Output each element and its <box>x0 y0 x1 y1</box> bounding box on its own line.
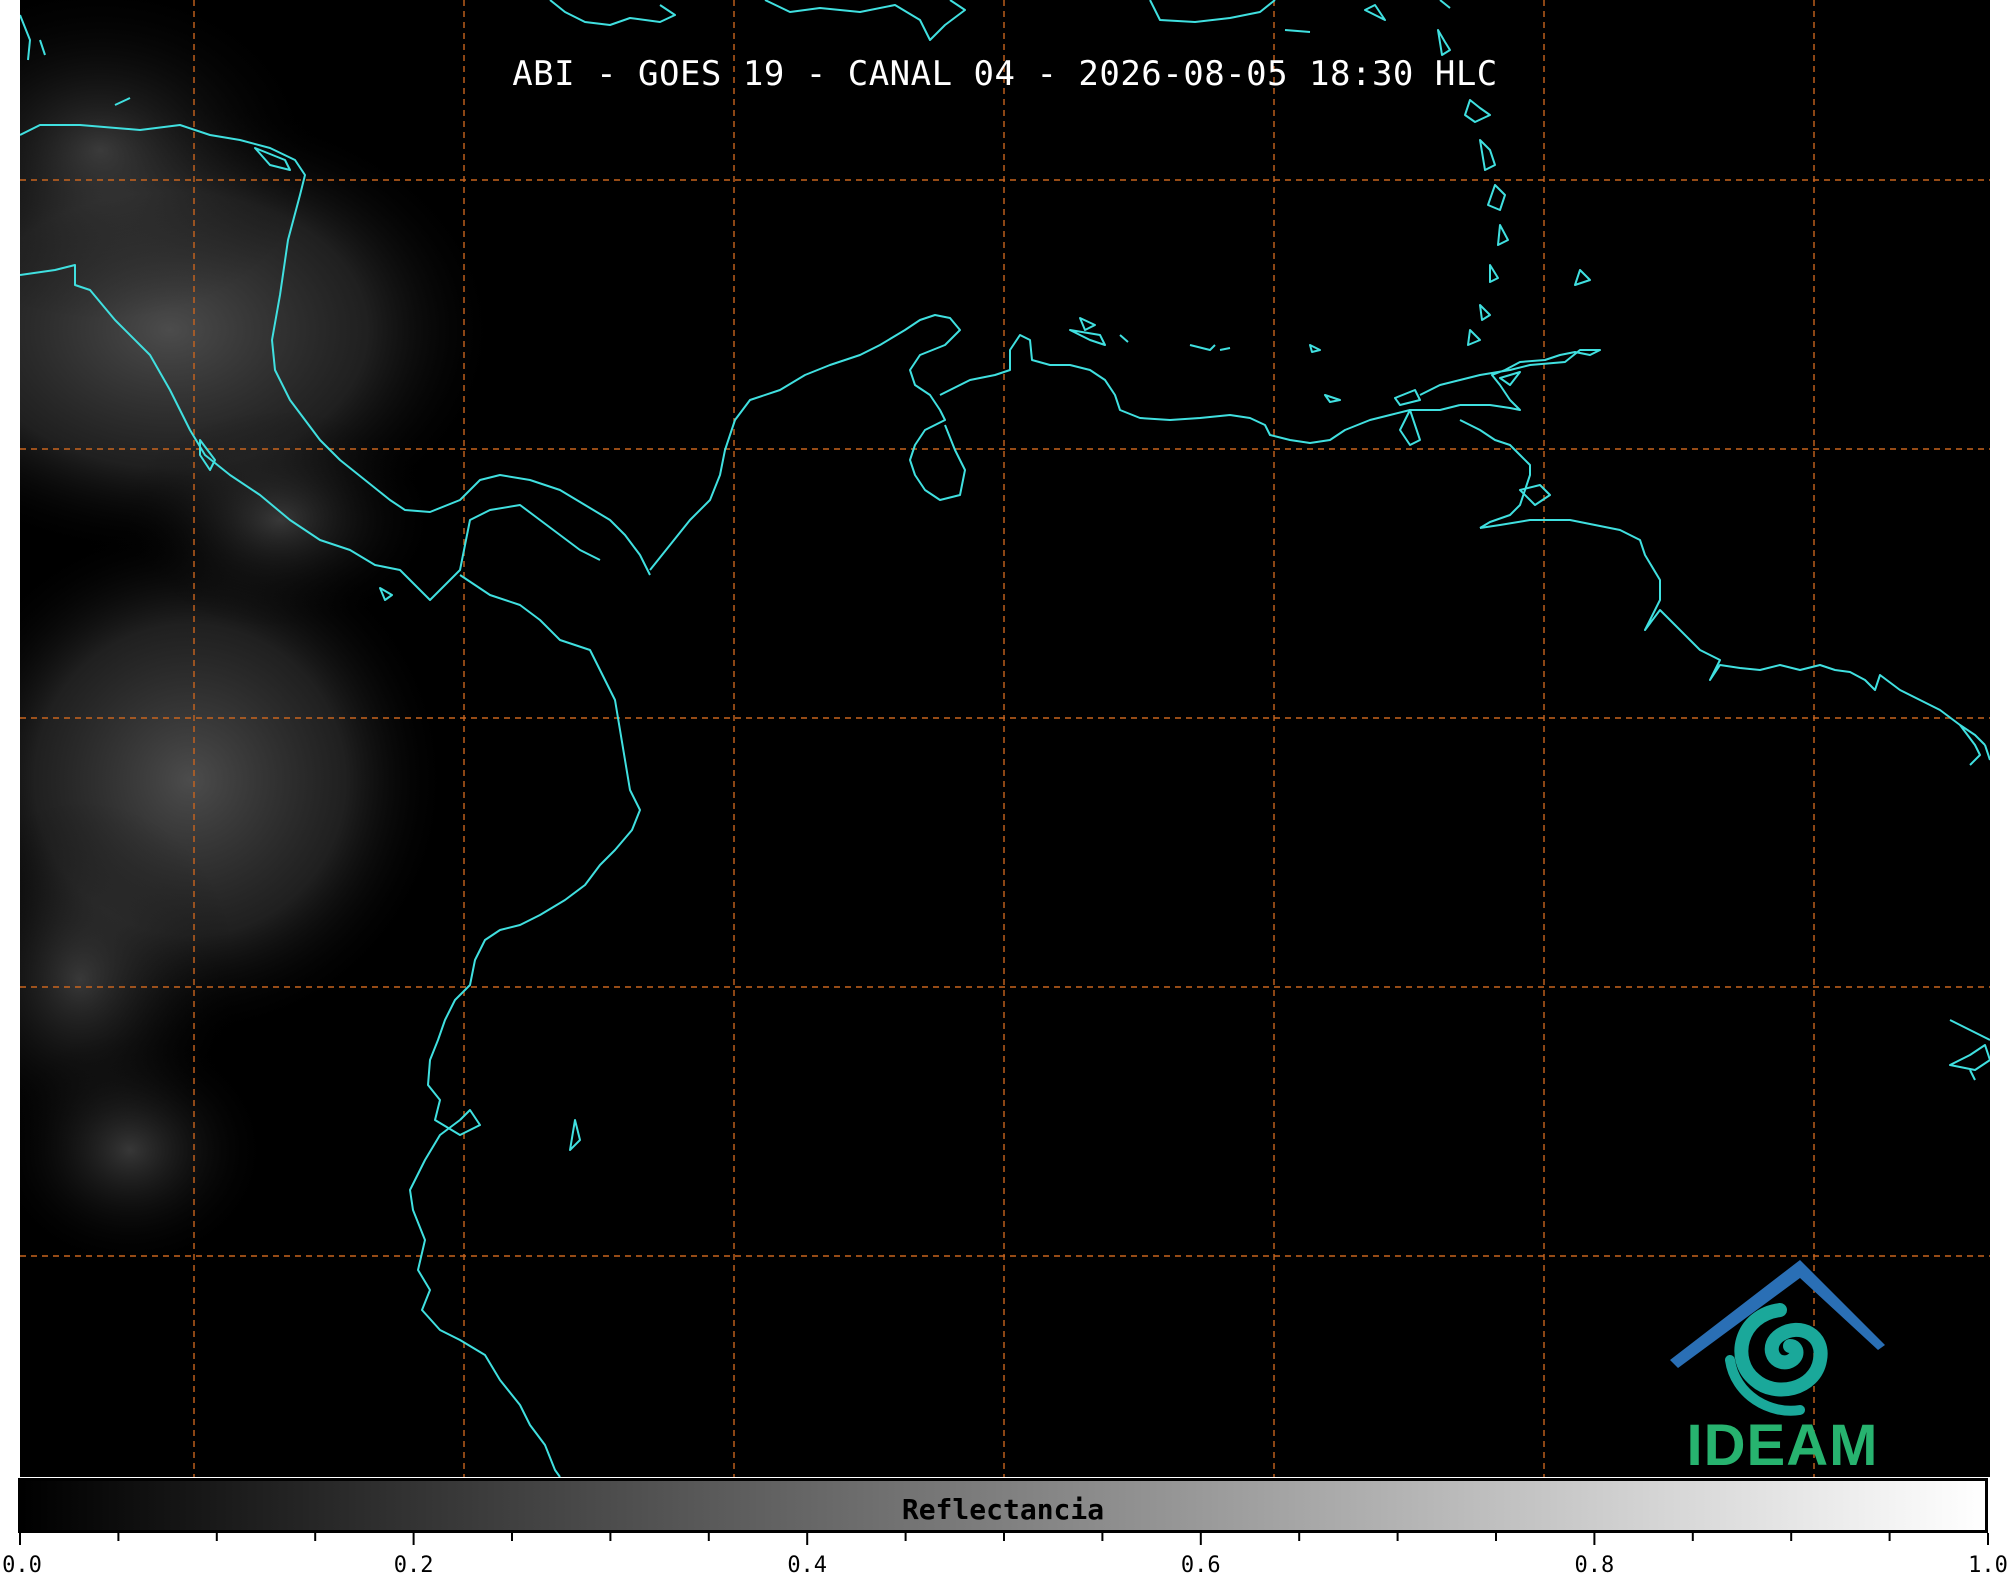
colorbar-ticks <box>19 1533 1989 1545</box>
colorbar-tick-label: 1.0 <box>1968 1553 2008 1578</box>
colorbar-tick-label: 0.0 <box>2 1553 42 1578</box>
logo-text: IDEAM <box>1686 1413 1879 1477</box>
colorbar-tick-label: 0.2 <box>393 1553 434 1578</box>
satellite-map: ABI - GOES 19 - CANAL 04 - 2026-08-05 18… <box>20 0 1990 1477</box>
colorbar-tick-label: 0.6 <box>1180 1553 1221 1578</box>
map-title: ABI - GOES 19 - CANAL 04 - 2026-08-05 18… <box>512 54 1498 94</box>
colorbar-tick-label: 0.8 <box>1574 1553 1615 1578</box>
colorbar-axis: 0.0 0.2 0.4 0.6 0.8 1.0 <box>0 1533 2011 1578</box>
colorbar-label: Reflectancia <box>901 1493 1105 1526</box>
colorbar: Reflectancia <box>18 1478 1988 1533</box>
colorbar-tick-label: 0.4 <box>787 1553 828 1578</box>
